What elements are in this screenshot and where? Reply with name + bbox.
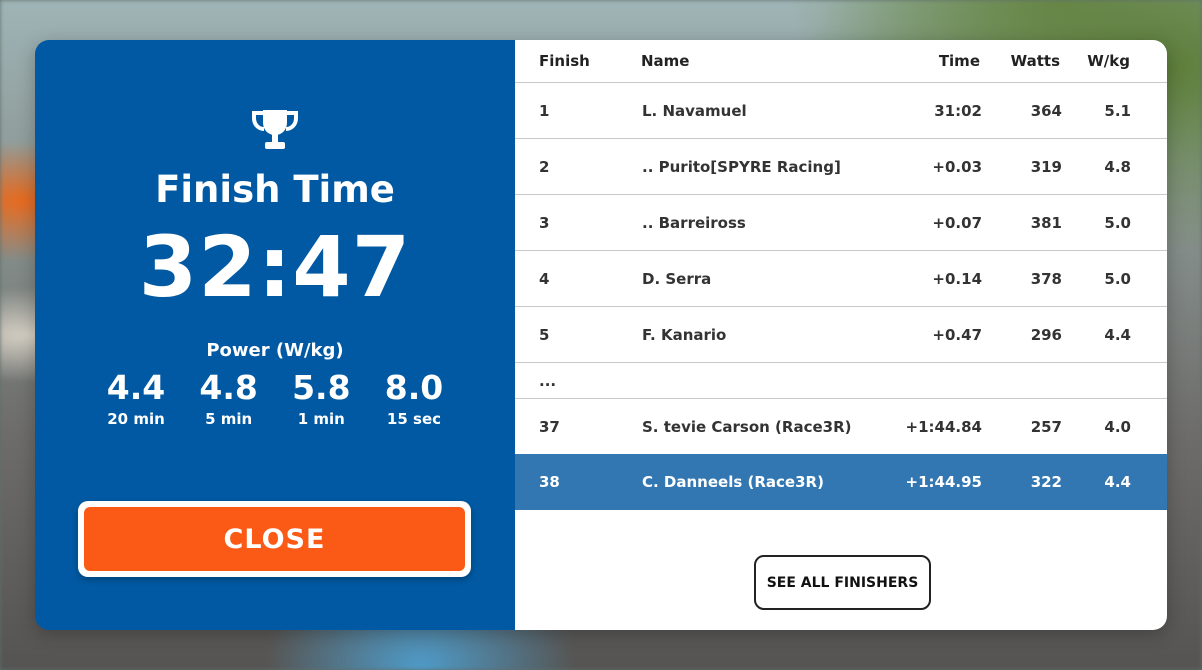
- cell-wkg: 5.0: [1104, 269, 1131, 288]
- cell-finish: 1: [539, 101, 550, 120]
- cell-watts: 364: [1030, 101, 1062, 120]
- cell-finish: 5: [539, 325, 550, 344]
- cell-finish: 37: [539, 418, 560, 436]
- cell-wkg: 5.0: [1104, 213, 1131, 232]
- cell-finish: 38: [539, 473, 560, 491]
- cell-finish: 4: [539, 269, 550, 288]
- table-row[interactable]: 3 .. Barreiross +0.07 381 5.0: [515, 195, 1167, 251]
- cell-time: +0.14: [932, 269, 982, 288]
- power-value: 4.4: [106, 368, 166, 407]
- cell-name: L. Navamuel: [642, 101, 747, 120]
- trophy-icon: [252, 110, 298, 149]
- close-button[interactable]: CLOSE: [78, 501, 471, 577]
- cell-wkg: 4.4: [1104, 325, 1131, 344]
- table-row[interactable]: 37 S. tevie Carson (Race3R) +1:44.84 257…: [515, 399, 1167, 455]
- cell-name: D. Serra: [642, 269, 712, 288]
- cell-name: C. Danneels (Race3R): [642, 473, 824, 491]
- table-row-ellipsis: ...: [515, 363, 1167, 399]
- race-results-modal: Finish Time 32:47 Power (W/kg) 4.4 20 mi…: [35, 40, 1167, 630]
- finish-time-label: Finish Time: [155, 168, 395, 211]
- power-period: 20 min: [107, 410, 165, 429]
- power-label: Power (W/kg): [206, 340, 344, 361]
- cell-time: +1:44.95: [905, 473, 982, 491]
- finish-summary-panel: Finish Time 32:47 Power (W/kg) 4.4 20 mi…: [35, 40, 515, 630]
- cell-wkg: 4.4: [1104, 473, 1131, 491]
- cell-time: +0.47: [932, 325, 982, 344]
- table-row[interactable]: 2 .. Purito[SPYRE Racing] +0.03 319 4.8: [515, 139, 1167, 195]
- see-all-finishers-button[interactable]: SEE ALL FINISHERS: [754, 555, 931, 610]
- header-wkg: W/kg: [1087, 52, 1130, 70]
- cell-time: 31:02: [934, 101, 982, 120]
- cell-finish: ...: [539, 371, 557, 390]
- cell-name: .. Barreiross: [642, 213, 746, 232]
- header-time: Time: [938, 52, 980, 70]
- cell-watts: 296: [1030, 325, 1062, 344]
- finish-time-value: 32:47: [138, 218, 412, 316]
- cell-finish: 3: [539, 213, 550, 232]
- cell-time: +1:44.84: [905, 418, 982, 436]
- table-row[interactable]: 4 D. Serra +0.14 378 5.0: [515, 251, 1167, 307]
- power-stats: 4.4 20 min 4.8 5 min 5.8 1 min 8.0 15 se…: [90, 368, 460, 429]
- results-table-header: Finish Name Time Watts W/kg: [515, 40, 1167, 83]
- power-stat: 4.8 5 min: [183, 368, 275, 429]
- close-button-label: CLOSE: [84, 507, 465, 571]
- power-value: 5.8: [292, 368, 351, 407]
- cell-wkg: 4.0: [1104, 418, 1131, 436]
- power-stat: 8.0 15 sec: [368, 368, 460, 429]
- cell-watts: 322: [1030, 473, 1062, 491]
- cell-watts: 257: [1030, 418, 1062, 436]
- cell-time: +0.03: [932, 157, 982, 176]
- power-period: 1 min: [297, 410, 345, 429]
- cell-watts: 381: [1030, 213, 1062, 232]
- results-panel: Finish Name Time Watts W/kg 1 L. Navamue…: [515, 40, 1167, 630]
- power-period: 5 min: [205, 410, 253, 429]
- cell-watts: 319: [1030, 157, 1062, 176]
- cell-name: F. Kanario: [642, 325, 727, 344]
- cell-finish: 2: [539, 157, 550, 176]
- cell-wkg: 4.8: [1104, 157, 1131, 176]
- header-watts: Watts: [1010, 52, 1060, 70]
- power-value: 8.0: [384, 368, 444, 407]
- table-row-current-rider[interactable]: 38 C. Danneels (Race3R) +1:44.95 322 4.4: [515, 454, 1167, 510]
- table-row[interactable]: 5 F. Kanario +0.47 296 4.4: [515, 307, 1167, 363]
- power-stat: 4.4 20 min: [90, 368, 182, 429]
- cell-watts: 378: [1030, 269, 1062, 288]
- power-value: 4.8: [199, 368, 258, 407]
- table-row[interactable]: 1 L. Navamuel 31:02 364 5.1: [515, 83, 1167, 139]
- header-finish: Finish: [539, 52, 590, 70]
- cell-name: .. Purito[SPYRE Racing]: [642, 157, 841, 176]
- cell-wkg: 5.1: [1104, 101, 1131, 120]
- header-name: Name: [641, 52, 690, 70]
- power-stat: 5.8 1 min: [275, 368, 367, 429]
- cell-time: +0.07: [932, 213, 982, 232]
- power-period: 15 sec: [386, 410, 442, 429]
- cell-name: S. tevie Carson (Race3R): [642, 418, 852, 436]
